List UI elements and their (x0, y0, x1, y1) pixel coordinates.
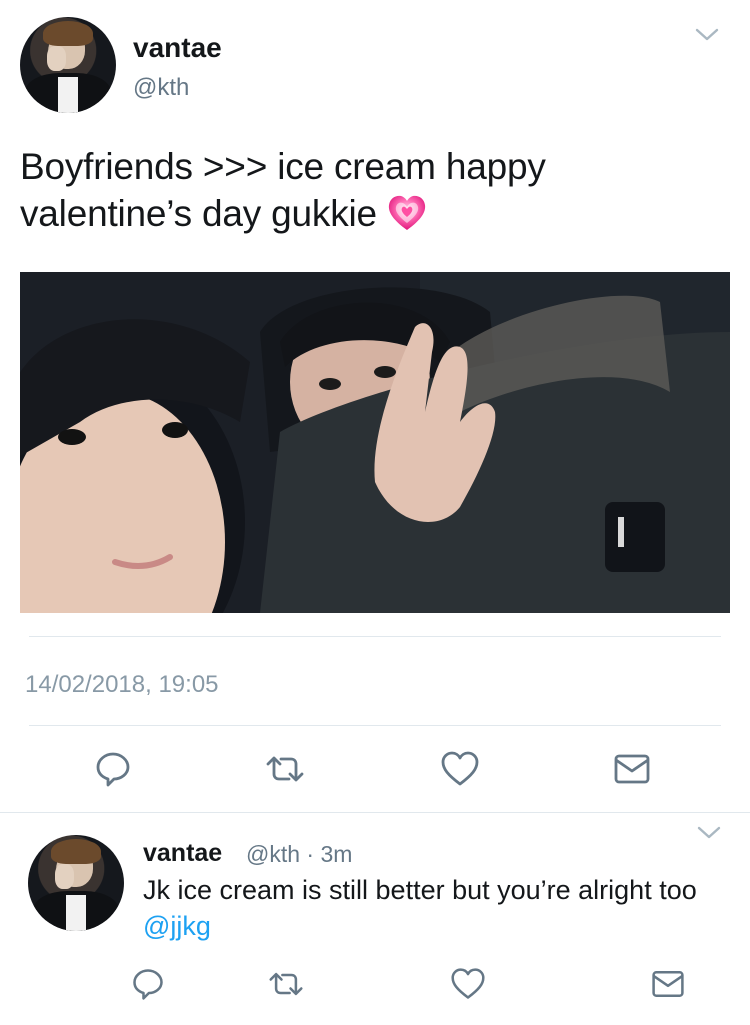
tweet-photo[interactable] (20, 272, 730, 613)
growing-heart-icon (388, 195, 426, 230)
like-icon[interactable] (440, 749, 480, 789)
reply-text: Jk ice cream is still better but you’re … (143, 872, 733, 944)
chevron-down-icon[interactable] (697, 826, 721, 840)
separator-dot: · (306, 841, 315, 867)
avatar[interactable] (28, 835, 124, 931)
divider (29, 725, 721, 726)
display-name[interactable]: vantae (133, 32, 222, 64)
reply-text-content: Jk ice cream is still better but you’re … (143, 875, 697, 905)
tweet-text: Boyfriends >>> ice cream happy valentine… (20, 143, 720, 237)
relative-time[interactable]: 3m (320, 841, 352, 867)
divider (29, 636, 721, 637)
display-name[interactable]: vantae (143, 839, 222, 868)
retweet-icon[interactable] (268, 966, 304, 1002)
direct-message-icon[interactable] (612, 749, 652, 789)
photo-image (20, 272, 730, 613)
retweet-icon[interactable] (265, 749, 305, 789)
tweet-text-content: Boyfriends >>> ice cream happy valentine… (20, 146, 546, 234)
reply-icon[interactable] (130, 966, 166, 1002)
user-handle[interactable]: @kth (133, 74, 189, 102)
direct-message-icon[interactable] (650, 966, 686, 1002)
like-icon[interactable] (450, 966, 486, 1002)
chevron-down-icon[interactable] (695, 28, 719, 42)
user-handle[interactable]: @kth (246, 841, 300, 867)
mention-link[interactable]: @jjkg (143, 911, 211, 941)
divider (0, 812, 750, 813)
tweet-timestamp[interactable]: 14/02/2018, 19:05 (25, 671, 219, 699)
reply-meta: @kth · 3m (246, 841, 352, 868)
avatar[interactable] (20, 17, 116, 113)
reply-icon[interactable] (93, 749, 133, 789)
